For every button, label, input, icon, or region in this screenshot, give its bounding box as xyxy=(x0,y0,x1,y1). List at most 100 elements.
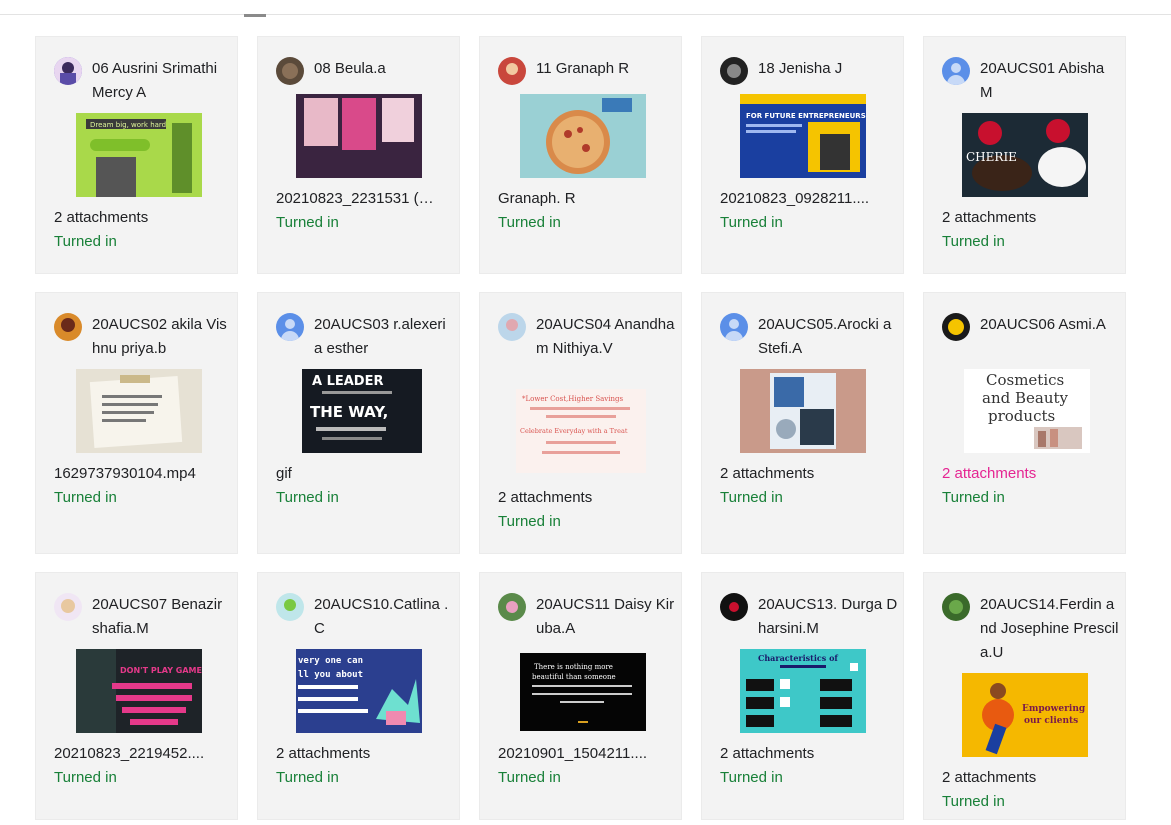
svg-text:Empowering: Empowering xyxy=(1022,704,1086,714)
attachment-thumbnail[interactable] xyxy=(76,369,202,453)
student-card[interactable]: 11 Granaph R Granaph. R Turned in xyxy=(479,36,682,274)
student-avatar xyxy=(942,593,970,621)
svg-text:and Beauty: and Beauty xyxy=(982,389,1069,407)
avatar-placeholder-icon xyxy=(276,313,304,341)
student-card[interactable]: 20AUCS05.Arocki a Stefi.A 2 attachments … xyxy=(701,292,904,554)
svg-text:our clients: our clients xyxy=(1024,716,1078,726)
attachment-label[interactable]: 2 attachments xyxy=(720,465,902,482)
svg-text:very one can: very one can xyxy=(298,656,363,666)
attachment-label[interactable]: gif xyxy=(276,465,458,482)
attachment-label[interactable]: 2 attachments xyxy=(942,465,1124,482)
svg-text:CHERIE: CHERIE xyxy=(966,150,1017,164)
student-card[interactable]: 20AUCS07 Benazir shafia.M DON'T PLAY GAM… xyxy=(35,572,238,820)
svg-text:FOR FUTURE ENTREPRENEURS: FOR FUTURE ENTREPRENEURS xyxy=(746,112,866,120)
attachment-thumbnail[interactable]: Dream big, work hard xyxy=(76,113,202,197)
attachment-thumbnail[interactable]: Empowering our clients xyxy=(962,673,1088,757)
avatar-placeholder-icon xyxy=(720,313,748,341)
student-card[interactable]: 06 Ausrini Srimathi Mercy A Dream big, w… xyxy=(35,36,238,274)
student-card[interactable]: 18 Jenisha J FOR FUTURE ENTREPRENEURS 20… xyxy=(701,36,904,274)
status-turned-in: Turned in xyxy=(498,214,561,231)
attachment-label[interactable]: 2 attachments xyxy=(498,489,680,506)
attachment-thumbnail[interactable]: There is nothing more beautiful than som… xyxy=(520,653,646,737)
student-avatar xyxy=(498,313,526,341)
status-turned-in: Turned in xyxy=(498,769,561,786)
svg-text:ll you about: ll you about xyxy=(298,670,363,680)
student-name[interactable]: 20AUCS01 Abisha M xyxy=(980,57,1120,105)
student-card[interactable]: 20AUCS06 Asmi.A Cosmetics and Beauty pro… xyxy=(923,292,1126,554)
tab-indicator xyxy=(244,14,266,17)
attachment-label[interactable]: 20210823_2231531 (… xyxy=(276,190,458,207)
student-name[interactable]: 18 Jenisha J xyxy=(758,57,898,81)
status-turned-in: Turned in xyxy=(720,769,783,786)
student-name[interactable]: 20AUCS03 r.alexeria esther xyxy=(314,313,454,361)
student-name[interactable]: 08 Beula.a xyxy=(314,57,454,81)
student-avatar xyxy=(276,57,304,85)
student-name[interactable]: 20AUCS10.Catlina . C xyxy=(314,593,454,641)
student-card[interactable]: 20AUCS13. Durga Dharsini.M Characteristi… xyxy=(701,572,904,820)
attachment-label[interactable]: 2 attachments xyxy=(276,745,458,762)
attachment-thumbnail[interactable]: DON'T PLAY GAMES xyxy=(76,649,202,733)
attachment-thumbnail[interactable]: very one can ll you about xyxy=(296,649,422,733)
attachment-thumbnail[interactable]: *Lower Cost,Higher Savings Celebrate Eve… xyxy=(516,389,646,473)
attachment-label[interactable]: 1629737930104.mp4 xyxy=(54,465,236,482)
student-name[interactable]: 06 Ausrini Srimathi Mercy A xyxy=(92,57,232,105)
svg-text:Dream big, work hard: Dream big, work hard xyxy=(90,121,166,129)
attachment-thumbnail[interactable]: FOR FUTURE ENTREPRENEURS xyxy=(740,94,866,178)
status-turned-in: Turned in xyxy=(54,489,117,506)
attachment-label[interactable]: 20210823_0928211.... xyxy=(720,190,902,207)
status-turned-in: Turned in xyxy=(276,769,339,786)
status-turned-in: Turned in xyxy=(276,214,339,231)
attachment-label[interactable]: Granaph. R xyxy=(498,190,680,207)
attachment-label[interactable]: 2 attachments xyxy=(942,209,1124,226)
student-card[interactable]: 20AUCS02 akila Vishnu priya.b 1629737930… xyxy=(35,292,238,554)
attachment-thumbnail[interactable]: Cosmetics and Beauty products xyxy=(964,369,1090,453)
student-avatar xyxy=(54,57,82,85)
svg-text:There is nothing more: There is nothing more xyxy=(534,663,613,671)
attachment-thumbnail[interactable]: CHERIE xyxy=(962,113,1088,197)
student-card[interactable]: 20AUCS10.Catlina . C very one can ll you… xyxy=(257,572,460,820)
status-turned-in: Turned in xyxy=(720,489,783,506)
svg-text:*Lower Cost,Higher Savings: *Lower Cost,Higher Savings xyxy=(522,395,623,403)
avatar-placeholder-icon xyxy=(942,57,970,85)
attachment-thumbnail[interactable] xyxy=(740,369,866,453)
student-card[interactable]: 08 Beula.a 20210823_2231531 (… Turned in xyxy=(257,36,460,274)
svg-text:THE WAY,: THE WAY, xyxy=(310,403,388,421)
student-card[interactable]: 20AUCS04 Anandham Nithiya.V *Lower Cost,… xyxy=(479,292,682,554)
attachment-label[interactable]: 20210823_2219452.... xyxy=(54,745,236,762)
student-card[interactable]: 20AUCS03 r.alexeria esther A LEADER THE … xyxy=(257,292,460,554)
attachment-label[interactable]: 2 attachments xyxy=(942,769,1124,786)
student-avatar xyxy=(498,593,526,621)
student-name[interactable]: 20AUCS05.Arocki a Stefi.A xyxy=(758,313,898,361)
attachment-label[interactable]: 2 attachments xyxy=(720,745,902,762)
status-turned-in: Turned in xyxy=(942,793,1005,810)
student-card[interactable]: 20AUCS14.Ferdin and Josephine Prescila.U… xyxy=(923,572,1126,820)
attachment-thumbnail[interactable] xyxy=(520,94,646,178)
svg-text:Celebrate Everyday with a Trea: Celebrate Everyday with a Treat xyxy=(520,427,628,435)
svg-text:DON'T PLAY GAMES: DON'T PLAY GAMES xyxy=(120,666,202,675)
student-avatar xyxy=(276,593,304,621)
student-avatar xyxy=(54,313,82,341)
attachment-label[interactable]: 2 attachments xyxy=(54,209,236,226)
student-card[interactable]: 20AUCS11 Daisy Kiruba.A There is nothing… xyxy=(479,572,682,820)
attachment-thumbnail[interactable]: Characteristics of xyxy=(740,649,866,733)
student-name[interactable]: 20AUCS13. Durga Dharsini.M xyxy=(758,593,898,641)
svg-text:Characteristics of: Characteristics of xyxy=(758,653,838,663)
attachment-thumbnail[interactable] xyxy=(296,94,422,178)
student-avatar xyxy=(720,593,748,621)
student-name[interactable]: 11 Granaph R xyxy=(536,57,676,81)
status-turned-in: Turned in xyxy=(276,489,339,506)
student-name[interactable]: 20AUCS04 Anandham Nithiya.V xyxy=(536,313,676,361)
status-turned-in: Turned in xyxy=(942,233,1005,250)
student-name[interactable]: 20AUCS14.Ferdin and Josephine Prescila.U xyxy=(980,593,1120,665)
attachment-thumbnail[interactable]: A LEADER THE WAY, xyxy=(302,369,422,453)
attachment-label[interactable]: 20210901_1504211.... xyxy=(498,745,680,762)
student-name[interactable]: 20AUCS11 Daisy Kiruba.A xyxy=(536,593,676,641)
status-turned-in: Turned in xyxy=(54,233,117,250)
svg-text:Cosmetics: Cosmetics xyxy=(986,371,1064,389)
student-avatar xyxy=(942,313,970,341)
student-name[interactable]: 20AUCS06 Asmi.A xyxy=(980,313,1120,337)
student-card[interactable]: 20AUCS01 Abisha M CHERIE 2 attachments T… xyxy=(923,36,1126,274)
student-name[interactable]: 20AUCS02 akila Vishnu priya.b xyxy=(92,313,232,361)
svg-text:A LEADER: A LEADER xyxy=(312,374,384,389)
student-name[interactable]: 20AUCS07 Benazir shafia.M xyxy=(92,593,232,641)
